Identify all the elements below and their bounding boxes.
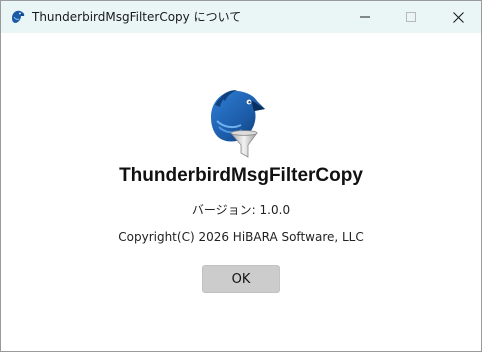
window-title: ThunderbirdMsgFilterCopy について	[32, 10, 242, 24]
minimize-button[interactable]	[342, 1, 388, 33]
minimize-icon	[360, 16, 370, 18]
version-text: バージョン: 1.0.0	[191, 203, 291, 217]
bird-filter-logo-icon	[211, 90, 265, 158]
dialog-content: ThunderbirdMsgFilterCopy バージョン: 1.0.0 Co…	[1, 33, 481, 351]
about-dialog: ThunderbirdMsgFilterCopy について Thunderbir…	[0, 0, 482, 352]
ok-button-label: OK	[231, 271, 251, 287]
maximize-button[interactable]	[388, 1, 434, 33]
ok-button[interactable]: OK	[202, 265, 280, 293]
app-bird-icon	[12, 10, 25, 23]
app-name: ThunderbirdMsgFilterCopy	[119, 165, 363, 186]
title-bar[interactable]: ThunderbirdMsgFilterCopy について	[1, 1, 481, 33]
close-icon	[452, 11, 464, 23]
copyright-text: Copyright(C) 2026 HiBARA Software, LLC	[118, 230, 364, 244]
close-button[interactable]	[435, 1, 481, 33]
maximize-icon	[406, 12, 416, 22]
